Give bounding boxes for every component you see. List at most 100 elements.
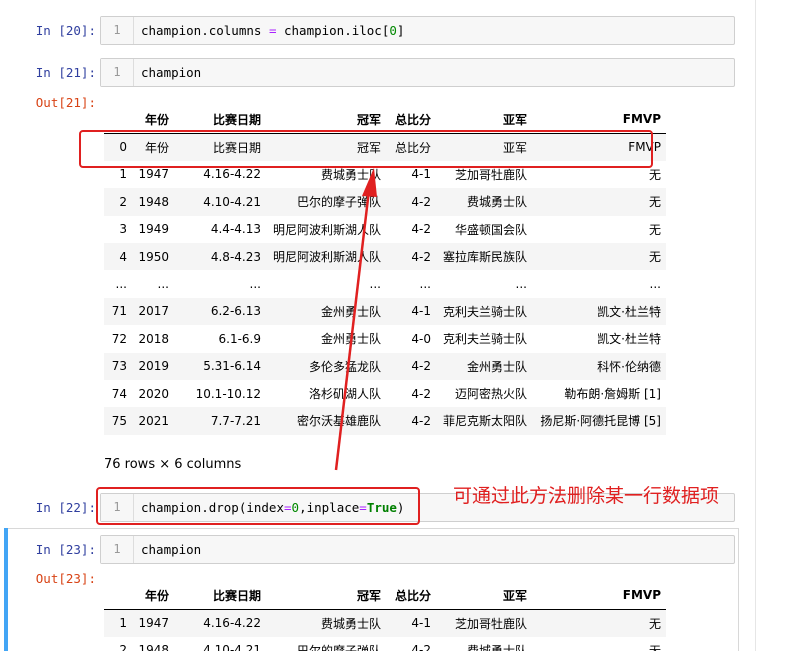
- year-cell: 2017: [138, 304, 169, 319]
- fmvp-cell: 无: [648, 643, 661, 651]
- in-prompt-22: In [22]:: [35, 500, 96, 515]
- score-cell: 4-2: [411, 643, 431, 651]
- row-index: 75: [111, 413, 127, 428]
- date-cell: 6.2-6.13: [210, 304, 261, 319]
- fmvp-cell: 凯文·杜兰特: [597, 332, 661, 347]
- champion-cell: ...: [369, 277, 381, 292]
- runner-up-cell: ...: [515, 277, 527, 292]
- line-number: 1: [101, 536, 134, 563]
- row-index: 2: [119, 643, 127, 651]
- dataframe-output-23: 年份 比赛日期 冠军 总比分 亚军 FMVP 1 1947 4.16-4.22 费城勇…: [104, 582, 666, 651]
- champion-cell: 金州勇士队: [320, 304, 381, 319]
- code-line: champion.columns = champion.iloc[0]: [141, 23, 405, 38]
- annotation-text: 可通过此方法删除某一行数据项: [453, 485, 720, 507]
- champion-cell: 费城勇士队: [320, 616, 381, 631]
- score-cell: 4-1: [411, 616, 431, 631]
- year-cell: 2019: [138, 359, 169, 374]
- year-cell: 1948: [138, 643, 169, 651]
- champion-cell: 巴尔的摩子弹队: [296, 195, 381, 210]
- fmvp-cell: 无: [648, 195, 661, 210]
- code-editor-21[interactable]: 1 champion: [100, 58, 735, 87]
- year-cell: 2018: [138, 331, 169, 346]
- row-index: 73: [111, 359, 127, 374]
- highlight-box-drop-code: [96, 487, 420, 525]
- runner-up-cell: 芝加哥牡鹿队: [454, 616, 527, 631]
- runner-up-cell: 克利夫兰骑士队: [442, 332, 527, 347]
- champion-cell: 明尼阿波利斯湖人队: [272, 222, 381, 237]
- year-cell: ...: [157, 277, 169, 292]
- score-cell: 4-2: [411, 413, 431, 428]
- table-row: .....................: [104, 270, 666, 297]
- header-champion: 冠军: [266, 582, 386, 610]
- fmvp-cell: 科怀·伦纳德: [597, 359, 661, 374]
- score-cell: ...: [419, 277, 431, 292]
- table-row: 2 1948 4.10-4.21 巴尔的摩子弹队 4-2 费城勇士队 无: [104, 637, 666, 651]
- row-index: 1: [119, 616, 127, 631]
- row-index: 4: [119, 249, 127, 264]
- year-cell: 1950: [138, 249, 169, 264]
- row-index: 74: [111, 386, 127, 401]
- row-index: 3: [119, 222, 127, 237]
- date-cell: ...: [249, 277, 261, 292]
- date-cell: 4.10-4.21: [203, 643, 261, 651]
- runner-up-cell: 菲尼克斯太阳队: [442, 414, 527, 429]
- table-row: 74 2020 10.1-10.12 洛杉矶湖人队 4-2 迈阿密热火队 勒布朗·詹姆斯 […: [104, 380, 666, 407]
- table-row: 75 2021 7.7-7.21 密尔沃基雄鹿队 4-2 菲尼克斯太阳队 扬尼斯·阿德托昆博…: [104, 407, 666, 435]
- row-index: 2: [119, 194, 127, 209]
- in-prompt-23: In [23]:: [35, 542, 96, 557]
- row-index: ...: [115, 277, 127, 292]
- row-index: 72: [111, 331, 127, 346]
- champion-cell: 金州勇士队: [320, 332, 381, 347]
- row-count-label: 76 rows × 6 columns: [104, 457, 242, 472]
- champion-cell: 洛杉矶湖人队: [308, 387, 381, 402]
- score-cell: 4-2: [411, 222, 431, 237]
- date-cell: 4.16-4.22: [203, 616, 261, 631]
- header-index: [104, 582, 132, 610]
- score-cell: 4-0: [411, 331, 431, 346]
- champion-cell: 明尼阿波利斯湖人队: [272, 250, 381, 265]
- runner-up-cell: 费城勇士队: [466, 195, 527, 210]
- table-row: 72 2018 6.1-6.9 金州勇士队 4-0 克利夫兰骑士队 凯文·杜兰特: [104, 325, 666, 352]
- header-fmvp: FMVP: [532, 582, 666, 610]
- line-number: 1: [101, 59, 134, 86]
- code-editor-23[interactable]: 1 champion: [100, 535, 735, 564]
- table-row: 2 1948 4.10-4.21 巴尔的摩子弹队 4-2 费城勇士队 无: [104, 188, 666, 216]
- code-editor-20[interactable]: 1 champion.columns = champion.iloc[0]: [100, 16, 735, 45]
- fmvp-cell: 无: [648, 222, 661, 237]
- score-cell: 4-2: [411, 386, 431, 401]
- runner-up-cell: 迈阿密热火队: [454, 387, 527, 402]
- row-index: 71: [111, 304, 127, 319]
- score-cell: 4-2: [411, 194, 431, 209]
- header-year: 年份: [132, 582, 174, 610]
- notebook-scrollbar[interactable]: [755, 0, 797, 651]
- year-cell: 2020: [138, 386, 169, 401]
- score-cell: 4-2: [411, 359, 431, 374]
- runner-up-cell: 克利夫兰骑士队: [442, 304, 527, 319]
- date-cell: 4.10-4.21: [203, 194, 261, 209]
- year-cell: 1949: [138, 222, 169, 237]
- table-header-row: 年份 比赛日期 冠军 总比分 亚军 FMVP: [104, 582, 666, 610]
- score-cell: 4-2: [411, 249, 431, 264]
- runner-up-cell: 华盛顿国会队: [454, 222, 527, 237]
- table-row: 3 1949 4.4-4.13 明尼阿波利斯湖人队 4-2 华盛顿国会队 无: [104, 216, 666, 243]
- date-cell: 4.8-4.23: [210, 249, 261, 264]
- fmvp-cell: ...: [649, 277, 661, 292]
- code-line: champion: [141, 65, 202, 80]
- header-score: 总比分: [386, 582, 436, 610]
- highlight-box-row-0: [79, 130, 653, 168]
- line-number: 1: [101, 17, 134, 44]
- year-cell: 2021: [138, 413, 169, 428]
- out-prompt-21: Out[21]:: [35, 95, 96, 110]
- table-row: 1 1947 4.16-4.22 费城勇士队 4-1 芝加哥牡鹿队 无: [104, 609, 666, 637]
- year-cell: 1947: [138, 616, 169, 631]
- date-cell: 5.31-6.14: [203, 359, 261, 374]
- score-cell: 4-1: [411, 304, 431, 319]
- year-cell: 1948: [138, 194, 169, 209]
- date-cell: 4.4-4.13: [210, 222, 261, 237]
- runner-up-cell: 塞拉库斯民族队: [442, 250, 527, 265]
- table-row: 4 1950 4.8-4.23 明尼阿波利斯湖人队 4-2 塞拉库斯民族队 无: [104, 242, 666, 271]
- table-body: 0 年份 比赛日期 冠军 总比分 亚军 FMVP 1 1947 4.16-4.22 费城勇士队 4-1…: [104, 133, 666, 435]
- table-row: 73 2019 5.31-6.14 多伦多猛龙队 4-2 金州勇士队 科怀·伦纳德: [104, 352, 666, 380]
- champion-cell: 密尔沃基雄鹿队: [296, 414, 381, 429]
- date-cell: 10.1-10.12: [195, 386, 261, 401]
